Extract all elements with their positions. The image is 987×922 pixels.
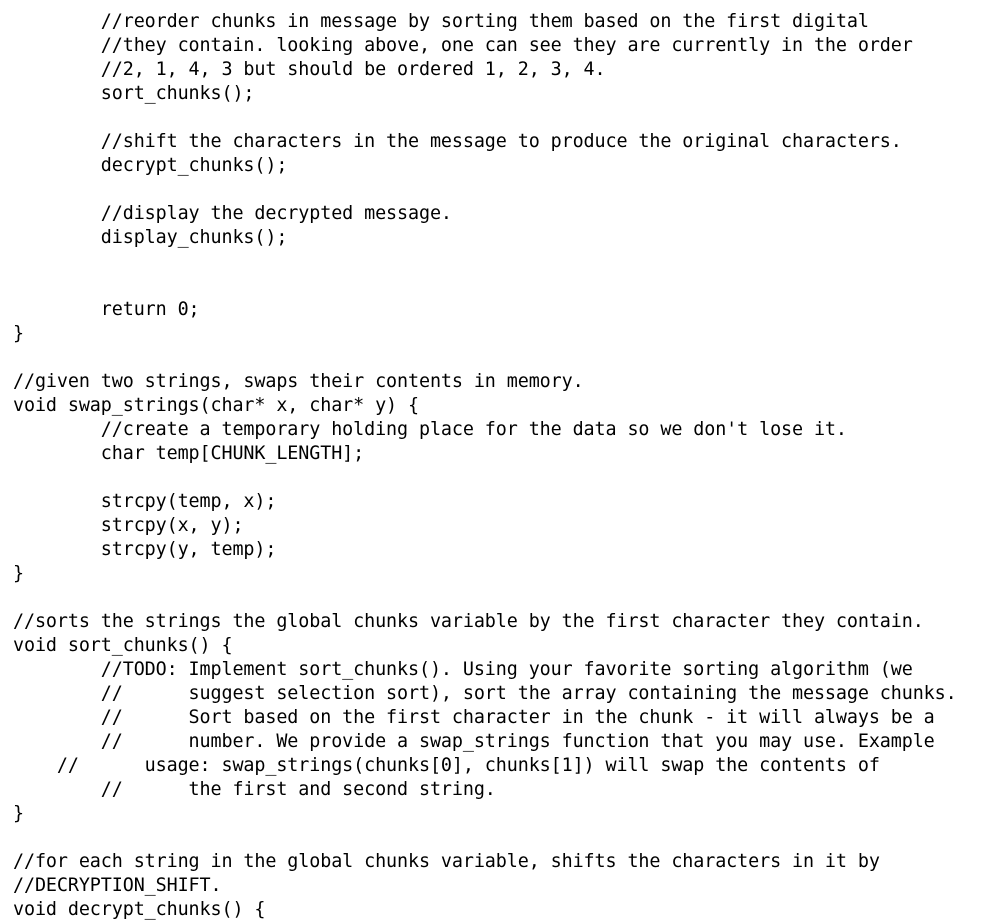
code-line: // Sort based on the first character in …	[13, 707, 935, 728]
code-line: }	[13, 323, 24, 344]
code-line: // the first and second string.	[13, 779, 496, 800]
code-line: //display the decrypted message.	[13, 203, 452, 224]
code-line: }	[13, 563, 24, 584]
code-line: // number. We provide a swap_strings fun…	[13, 731, 935, 752]
code-line: display_chunks();	[13, 227, 288, 248]
code-line: //DECRYPTION_SHIFT.	[13, 875, 222, 896]
code-line: void sort_chunks() {	[13, 635, 233, 656]
code-line: //for each string in the global chunks v…	[13, 851, 880, 872]
code-line: //reorder chunks in message by sorting t…	[13, 11, 869, 32]
code-line: //given two strings, swaps their content…	[13, 371, 584, 392]
code-line: //2, 1, 4, 3 but should be ordered 1, 2,…	[13, 59, 606, 80]
code-line: //shift the characters in the message to…	[13, 131, 902, 152]
code-line: //sorts the strings the global chunks va…	[13, 611, 924, 632]
code-line: }	[13, 803, 24, 824]
code-line: //TODO: Implement sort_chunks(). Using y…	[13, 659, 913, 680]
code-line: decrypt_chunks();	[13, 155, 288, 176]
code-line: return 0;	[13, 299, 200, 320]
code-line: // usage: swap_strings(chunks[0], chunks…	[13, 755, 880, 776]
code-line: // suggest selection sort), sort the arr…	[13, 683, 957, 704]
code-line: void decrypt_chunks() {	[13, 899, 266, 920]
code-line: char temp[CHUNK_LENGTH];	[13, 443, 365, 464]
code-line: //they contain. looking above, one can s…	[13, 35, 913, 56]
code-document: //reorder chunks in message by sorting t…	[13, 10, 957, 922]
code-line: //create a temporary holding place for t…	[13, 419, 847, 440]
code-line: strcpy(y, temp);	[13, 539, 277, 560]
code-line: void swap_strings(char* x, char* y) {	[13, 395, 419, 416]
code-line: strcpy(temp, x);	[13, 491, 277, 512]
code-line: sort_chunks();	[13, 83, 255, 104]
code-line: strcpy(x, y);	[13, 515, 244, 536]
